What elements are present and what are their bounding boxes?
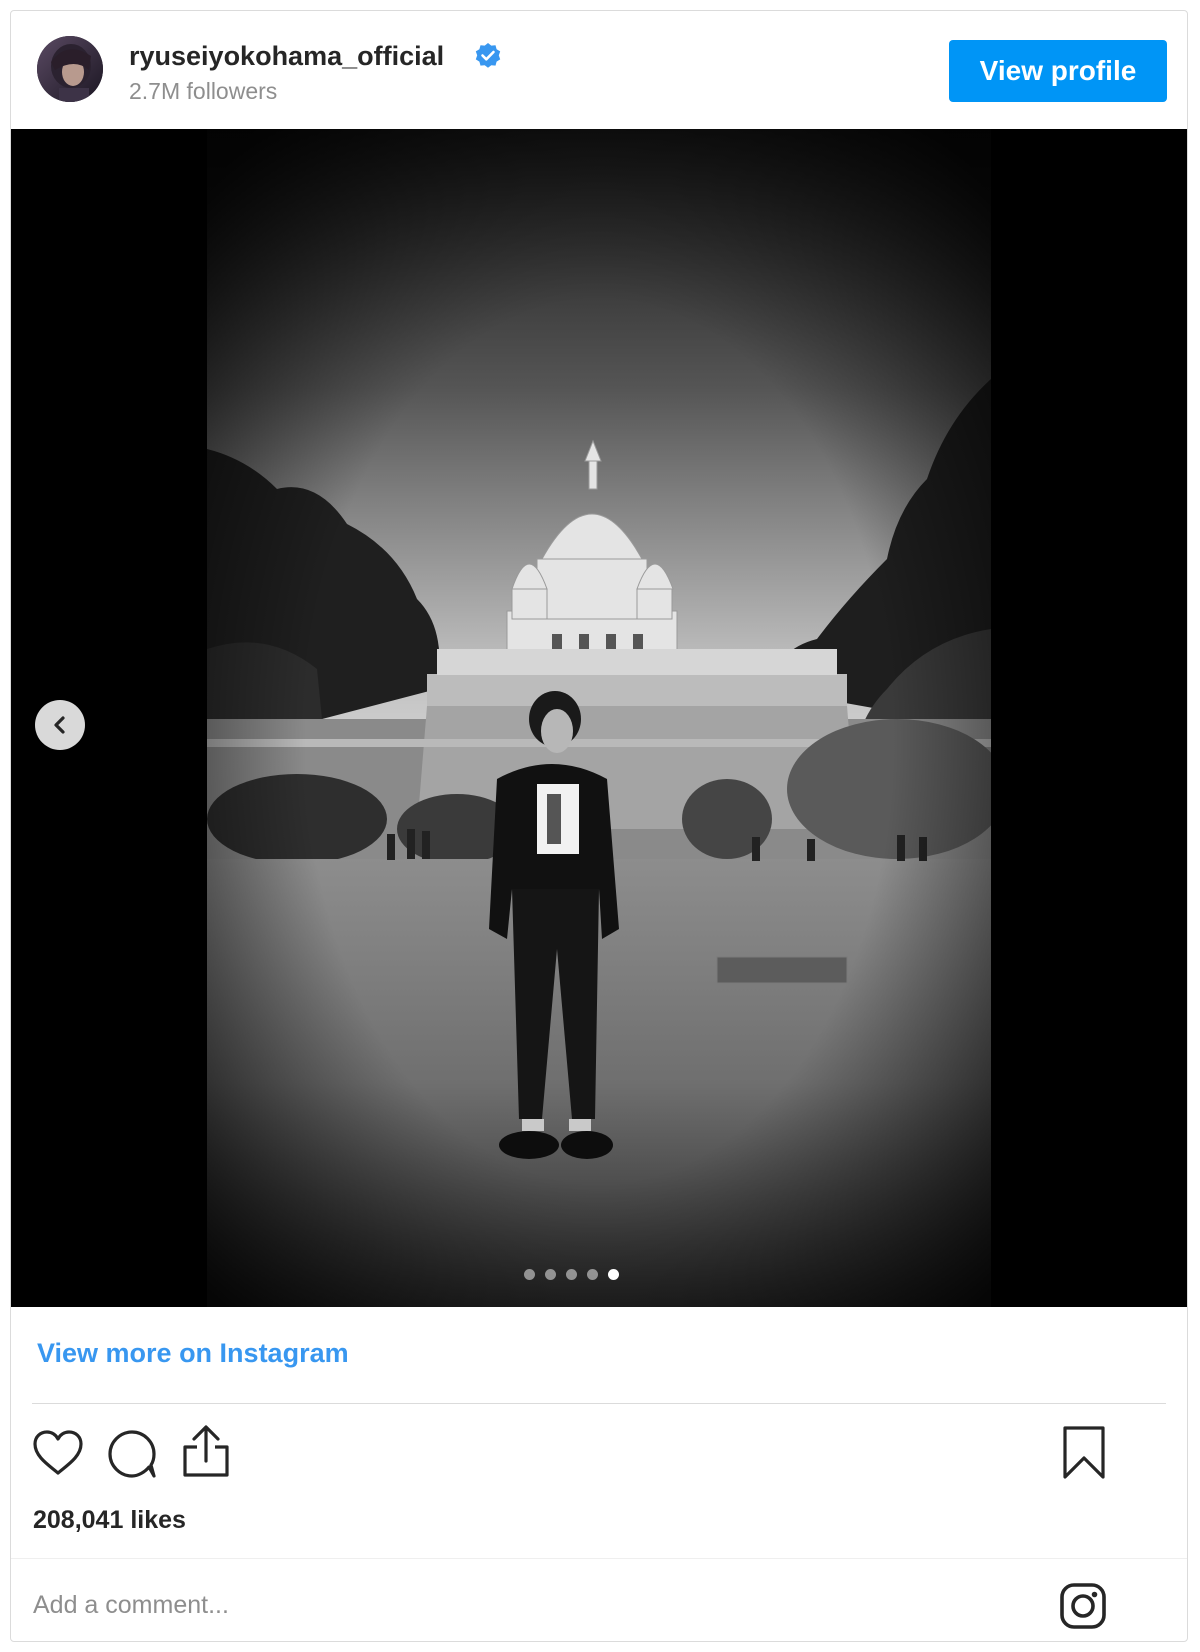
carousel-dot [545, 1269, 556, 1280]
comment-icon[interactable] [105, 1427, 159, 1486]
instagram-embed-card: ryuseiyokohama_official 2.7M followers V… [10, 10, 1188, 1642]
post-header: ryuseiyokohama_official 2.7M followers V… [11, 11, 1187, 129]
post-media-carousel[interactable] [11, 129, 1187, 1307]
view-profile-button[interactable]: View profile [949, 40, 1167, 102]
view-more-link[interactable]: View more on Instagram [37, 1338, 349, 1369]
carousel-dot [566, 1269, 577, 1280]
like-count: 208,041 likes [33, 1506, 186, 1534]
bookmark-icon[interactable] [1061, 1425, 1107, 1486]
carousel-dot [587, 1269, 598, 1280]
follower-count: 2.7M followers [129, 78, 278, 104]
chevron-left-icon [54, 716, 65, 734]
share-icon[interactable] [180, 1423, 232, 1484]
verified-badge-icon [474, 42, 502, 70]
carousel-prev-button[interactable] [35, 700, 85, 750]
instagram-icon[interactable] [1059, 1582, 1107, 1635]
divider [11, 1558, 1187, 1559]
comment-input[interactable] [33, 1585, 933, 1625]
heart-icon[interactable] [32, 1429, 84, 1482]
carousel-indicator [11, 1269, 1187, 1281]
username[interactable]: ryuseiyokohama_official [129, 41, 444, 72]
carousel-dot-active [608, 1269, 619, 1280]
post-photo [207, 129, 991, 1307]
carousel-dot [524, 1269, 535, 1280]
divider [32, 1403, 1166, 1404]
avatar[interactable] [37, 36, 103, 102]
